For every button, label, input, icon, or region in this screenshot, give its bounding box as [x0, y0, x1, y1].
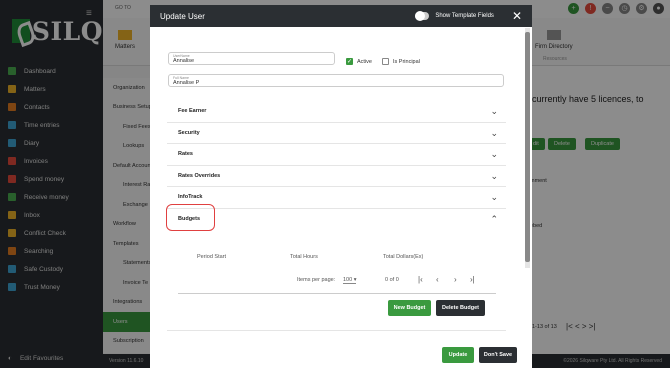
update-button[interactable]: Update [442, 347, 474, 363]
username-field[interactable]: UserName Annalise [168, 52, 335, 65]
username-value: Annalise [173, 58, 195, 64]
last-page-icon[interactable]: ›| [470, 275, 475, 284]
section-security[interactable]: Security ⌄ [167, 123, 506, 144]
active-checkbox[interactable]: ✓ [346, 58, 353, 65]
section-rates[interactable]: Rates ⌄ [167, 144, 506, 166]
active-label: Active [357, 59, 372, 65]
dont-save-button[interactable]: Don't Save [479, 347, 517, 363]
table-divider [178, 293, 496, 294]
section-label: Rates Overrides [178, 172, 221, 179]
show-template-fields-label: Show Template Fields [435, 13, 494, 19]
section-label: Fee Earner [178, 108, 207, 115]
column-period-start[interactable]: Period Start [197, 254, 226, 260]
delete-budget-button[interactable]: Delete Budget [436, 300, 485, 316]
section-label: Security [178, 129, 200, 136]
column-total-dollars[interactable]: Total Dollars(Ex) [383, 254, 423, 260]
section-rates-overrides[interactable]: Rates Overrides ⌄ [167, 166, 506, 187]
fullname-field[interactable]: Full Name Annalise P [168, 74, 504, 87]
principal-label: Is Principal [393, 59, 420, 65]
close-icon[interactable]: ✕ [512, 10, 522, 22]
section-budgets[interactable]: Budgets ⌃ [167, 209, 506, 231]
modal-scrollbar[interactable] [525, 28, 530, 268]
chevron-down-icon[interactable]: ⌄ [490, 192, 498, 203]
chevron-down-icon[interactable]: ⌄ [490, 106, 498, 117]
items-per-page-value: 100 [343, 277, 353, 283]
budgets-highlight-circle [166, 204, 215, 231]
section-infotrack[interactable]: InfoTrack ⌄ [167, 187, 506, 209]
section-divider [167, 330, 506, 331]
items-per-page-select[interactable]: 100 ▾ [343, 277, 357, 284]
scrollbar-thumb[interactable] [525, 32, 530, 262]
fullname-value: Annalise P [173, 80, 200, 86]
modal-title: Update User [160, 11, 205, 21]
first-page-icon[interactable]: |‹ [418, 275, 423, 284]
items-per-page-label: Items per page: [297, 277, 336, 283]
next-page-icon[interactable]: › [454, 275, 457, 284]
principal-checkbox[interactable] [382, 58, 389, 65]
chevron-down-icon[interactable]: ⌄ [490, 128, 498, 139]
modal-header: Update User Show Template Fields ✕ [150, 5, 532, 27]
show-template-fields-toggle[interactable] [415, 11, 430, 21]
new-budget-button[interactable]: New Budget [388, 300, 431, 316]
update-user-modal: Update User Show Template Fields ✕ UserN… [150, 5, 532, 368]
section-fee-earner[interactable]: Fee Earner ⌄ [167, 101, 506, 123]
section-label: InfoTrack [178, 194, 203, 201]
chevron-up-icon[interactable]: ⌃ [490, 214, 498, 225]
chevron-down-icon[interactable]: ⌄ [490, 171, 498, 182]
column-total-hours[interactable]: Total Hours [290, 254, 318, 260]
chevron-down-icon[interactable]: ⌄ [490, 149, 498, 160]
prev-page-icon[interactable]: ‹ [436, 275, 439, 284]
section-label: Rates [178, 151, 193, 158]
page-range: 0 of 0 [385, 277, 399, 283]
modal-body: UserName Annalise ✓ Active Is Principal … [150, 27, 532, 368]
